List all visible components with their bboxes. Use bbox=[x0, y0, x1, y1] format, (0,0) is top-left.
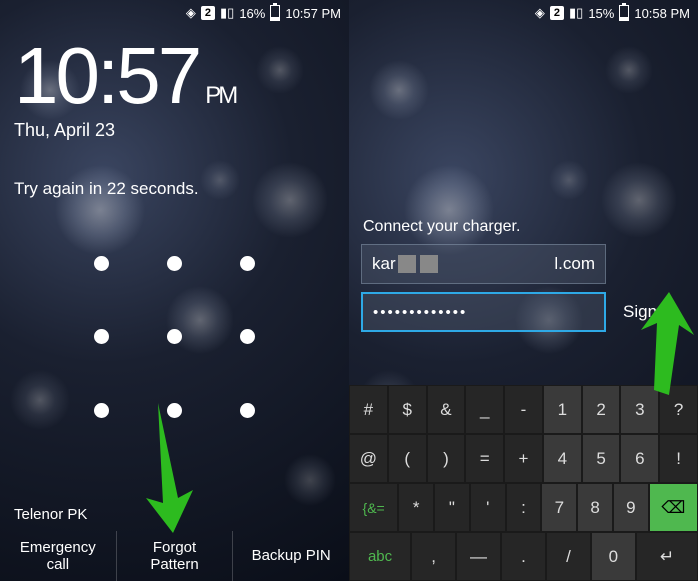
key-.[interactable]: . bbox=[501, 532, 546, 581]
key-=[interactable]: = bbox=[465, 434, 504, 483]
battery-icon bbox=[270, 5, 280, 21]
key-,[interactable]: , bbox=[411, 532, 456, 581]
status-bar: ◈ 2 ▮▯ 16% 10:57 PM bbox=[0, 0, 349, 26]
key-—[interactable]: — bbox=[456, 532, 501, 581]
key-+[interactable]: + bbox=[504, 434, 543, 483]
clock-time: 10:57PM bbox=[14, 36, 335, 116]
clock-hours: 10:57 bbox=[14, 31, 199, 120]
redacted-block bbox=[398, 255, 416, 273]
battery-percent: 16% bbox=[239, 6, 265, 21]
keyboard-row: {&=*"':789⌫ bbox=[349, 483, 698, 532]
email-prefix: kar bbox=[372, 254, 396, 274]
pattern-dot[interactable] bbox=[94, 329, 109, 344]
email-field[interactable]: kar l.com bbox=[361, 244, 606, 284]
signal-icon: ▮▯ bbox=[220, 5, 234, 21]
battery-icon bbox=[619, 5, 629, 21]
key-4[interactable]: 4 bbox=[543, 434, 582, 483]
key-:[interactable]: : bbox=[506, 483, 542, 532]
key-symbols[interactable]: {&= bbox=[349, 483, 398, 532]
pattern-dot[interactable] bbox=[167, 256, 182, 271]
key-*[interactable]: * bbox=[398, 483, 434, 532]
wifi-icon: ◈ bbox=[186, 5, 196, 21]
password-field[interactable]: ••••••••••••• bbox=[361, 292, 606, 332]
pattern-dot[interactable] bbox=[167, 403, 182, 418]
battery-percent: 15% bbox=[588, 6, 614, 21]
keyboard-row: #$&_-123? bbox=[349, 385, 698, 434]
pattern-dot[interactable] bbox=[240, 403, 255, 418]
pattern-dot[interactable] bbox=[94, 256, 109, 271]
key-![interactable]: ! bbox=[659, 434, 698, 483]
key-backspace[interactable]: ⌫ bbox=[649, 483, 698, 532]
pattern-dot[interactable] bbox=[240, 329, 255, 344]
key-5[interactable]: 5 bbox=[582, 434, 621, 483]
emergency-call-button[interactable]: Emergency call bbox=[0, 531, 117, 581]
keyboard-row: abc,—./0↵ bbox=[349, 532, 698, 581]
key-9[interactable]: 9 bbox=[613, 483, 649, 532]
key--[interactable]: - bbox=[504, 385, 543, 434]
key-1[interactable]: 1 bbox=[543, 385, 582, 434]
key-8[interactable]: 8 bbox=[577, 483, 613, 532]
charger-message: Connect your charger. bbox=[349, 218, 698, 236]
key-?[interactable]: ? bbox=[659, 385, 698, 434]
pattern-dot[interactable] bbox=[240, 256, 255, 271]
key-abc[interactable]: abc bbox=[349, 532, 411, 581]
key-&[interactable]: & bbox=[427, 385, 466, 434]
key-6[interactable]: 6 bbox=[620, 434, 659, 483]
key-$[interactable]: $ bbox=[388, 385, 427, 434]
pattern-grid[interactable] bbox=[65, 227, 285, 447]
forgot-pattern-button[interactable]: Forgot Pattern bbox=[117, 531, 234, 581]
key-([interactable]: ( bbox=[388, 434, 427, 483]
key-/[interactable]: / bbox=[546, 532, 591, 581]
sim-badge: 2 bbox=[201, 6, 215, 20]
key-3[interactable]: 3 bbox=[620, 385, 659, 434]
key-)[interactable]: ) bbox=[427, 434, 466, 483]
email-row: kar l.com bbox=[361, 244, 686, 284]
lock-screen-left: ◈ 2 ▮▯ 16% 10:57 PM 10:57PM Thu, April 2… bbox=[0, 0, 349, 581]
pattern-dot[interactable] bbox=[167, 329, 182, 344]
keyboard-row: @()=+456! bbox=[349, 434, 698, 483]
email-suffix: l.com bbox=[554, 254, 595, 274]
password-row: ••••••••••••• Sign in bbox=[361, 292, 686, 332]
carrier-label: Telenor PK bbox=[14, 506, 87, 523]
wifi-icon: ◈ bbox=[535, 5, 545, 21]
keyboard: #$&_-123? @()=+456! {&=*"':789⌫ abc,—./0… bbox=[349, 385, 698, 581]
bottom-action-bar: Emergency call Forgot Pattern Backup PIN bbox=[0, 531, 349, 581]
login-screen-right: ◈ 2 ▮▯ 15% 10:58 PM Connect your charger… bbox=[349, 0, 698, 581]
redacted-block bbox=[420, 255, 438, 273]
status-time: 10:57 PM bbox=[285, 6, 341, 21]
signal-icon: ▮▯ bbox=[569, 5, 583, 21]
clock-date: Thu, April 23 bbox=[14, 120, 335, 141]
key-7[interactable]: 7 bbox=[541, 483, 577, 532]
clock-suffix: PM bbox=[205, 82, 235, 109]
clock-area: 10:57PM Thu, April 23 bbox=[0, 26, 349, 151]
key-#[interactable]: # bbox=[349, 385, 388, 434]
sign-in-button[interactable]: Sign in bbox=[606, 302, 686, 322]
key-2[interactable]: 2 bbox=[582, 385, 621, 434]
status-time: 10:58 PM bbox=[634, 6, 690, 21]
sim-badge: 2 bbox=[550, 6, 564, 20]
key-_[interactable]: _ bbox=[465, 385, 504, 434]
backup-pin-button[interactable]: Backup PIN bbox=[233, 531, 349, 581]
status-bar: ◈ 2 ▮▯ 15% 10:58 PM bbox=[349, 0, 698, 26]
try-again-message: Try again in 22 seconds. bbox=[0, 151, 349, 209]
key-'[interactable]: ' bbox=[470, 483, 506, 532]
key-"[interactable]: " bbox=[434, 483, 470, 532]
key-0[interactable]: 0 bbox=[591, 532, 636, 581]
key-enter[interactable]: ↵ bbox=[636, 532, 698, 581]
key-@[interactable]: @ bbox=[349, 434, 388, 483]
pattern-dot[interactable] bbox=[94, 403, 109, 418]
password-value: ••••••••••••• bbox=[373, 304, 467, 321]
